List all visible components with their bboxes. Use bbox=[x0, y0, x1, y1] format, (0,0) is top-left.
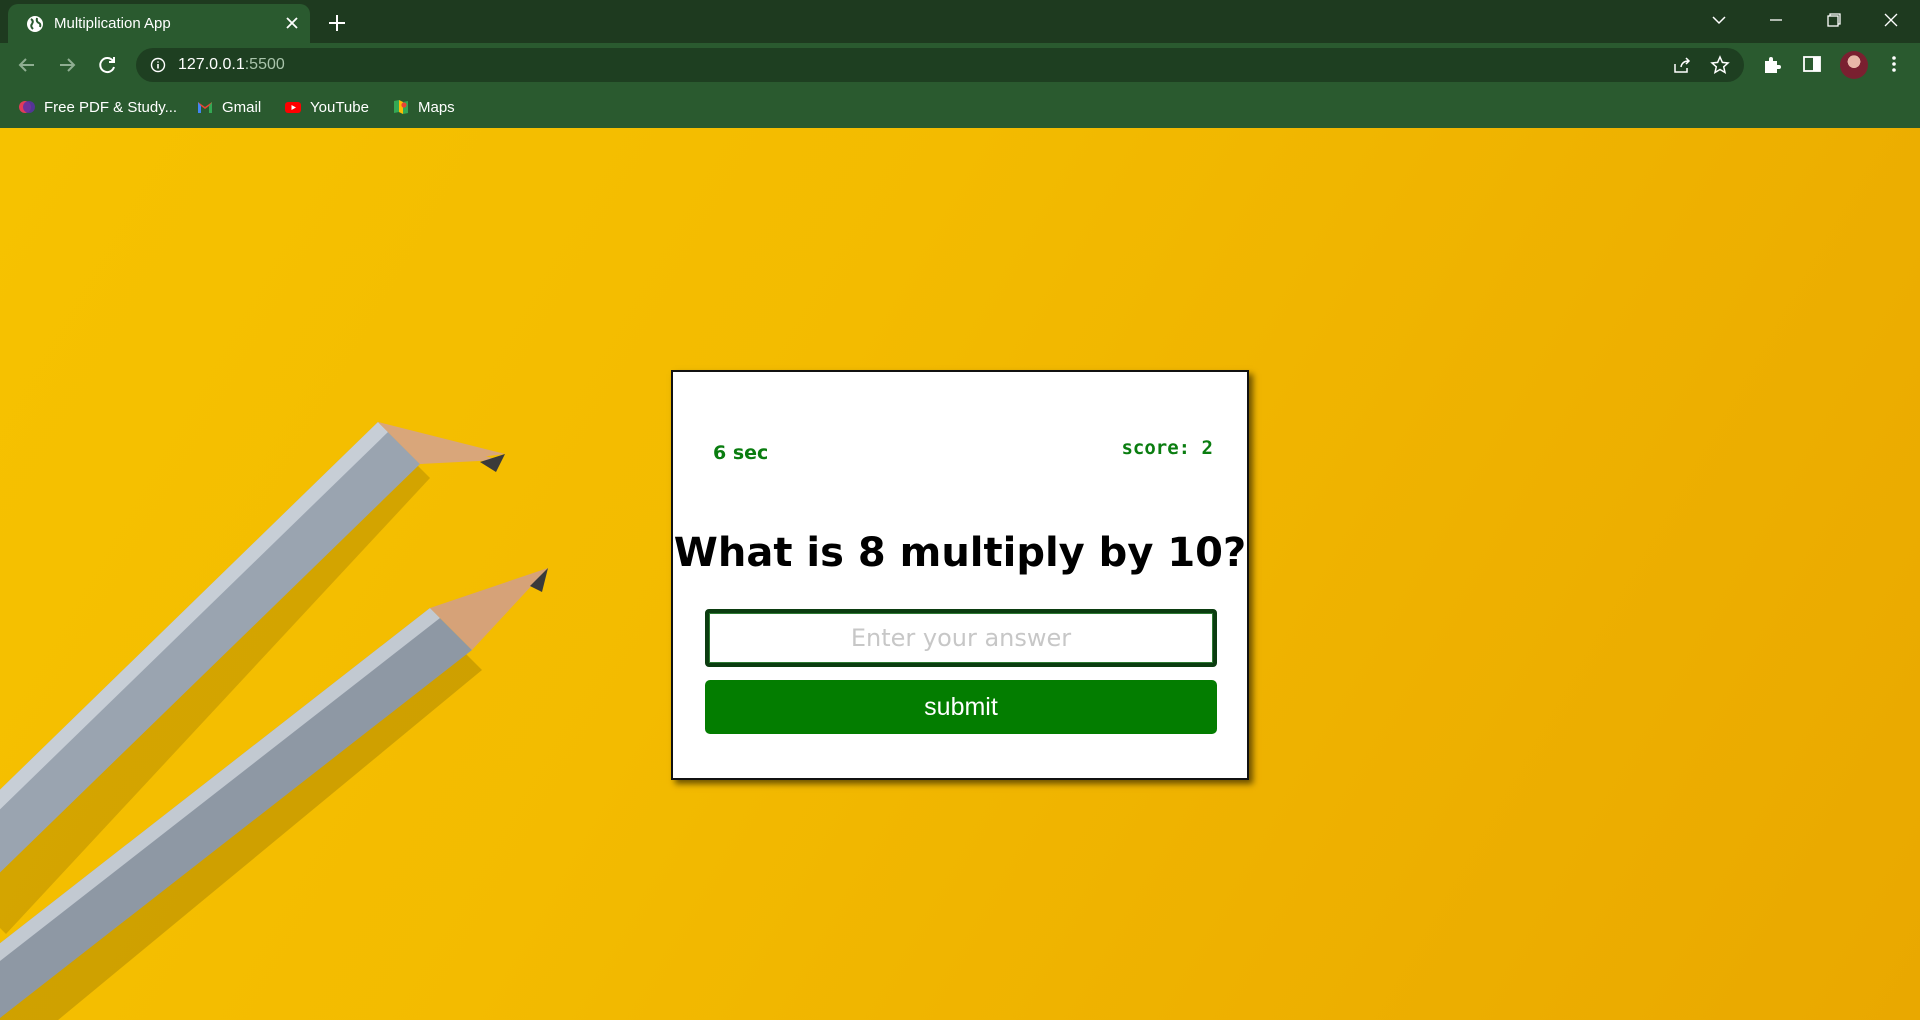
browser-tab-active[interactable]: Multiplication App bbox=[8, 4, 310, 43]
timer-display: 6 sec bbox=[713, 442, 769, 464]
gmail-icon bbox=[198, 102, 212, 113]
share-icon[interactable] bbox=[1672, 55, 1692, 75]
bookmark-item-youtube[interactable]: YouTube bbox=[284, 96, 369, 118]
new-tab-plus-icon[interactable] bbox=[324, 10, 350, 36]
quiz-card: 6 sec score: 2 What is 8 multiply by 10?… bbox=[671, 370, 1249, 780]
url-text: 127.0.0.1:5500 bbox=[178, 56, 285, 74]
pencils-background-image bbox=[0, 422, 548, 1020]
submit-button[interactable]: submit bbox=[705, 680, 1217, 734]
maps-icon bbox=[394, 100, 408, 114]
restore-icon[interactable] bbox=[1816, 6, 1850, 34]
bookmarks-bar: Free PDF & Study... Gmail YouTube Maps bbox=[0, 87, 1920, 128]
tab-search-chevron-icon[interactable] bbox=[1702, 6, 1736, 34]
bookmark-star-icon[interactable] bbox=[1710, 55, 1730, 75]
side-panel-icon[interactable] bbox=[1801, 53, 1823, 75]
pdf-site-icon bbox=[19, 101, 35, 113]
minimize-icon[interactable] bbox=[1759, 6, 1793, 34]
address-bar[interactable]: 127.0.0.1:5500 bbox=[136, 48, 1744, 82]
globe-icon bbox=[27, 16, 43, 32]
close-tab-icon[interactable] bbox=[282, 13, 302, 33]
question-text: What is 8 multiply by 10? bbox=[673, 530, 1247, 576]
browser-toolbar: 127.0.0.1:5500 bbox=[0, 43, 1920, 87]
bookmark-label: Free PDF & Study... bbox=[44, 98, 178, 116]
back-arrow-icon[interactable] bbox=[14, 52, 40, 78]
score-display: score: 2 bbox=[1121, 437, 1213, 459]
profile-avatar[interactable] bbox=[1840, 51, 1868, 79]
close-window-icon[interactable] bbox=[1874, 6, 1908, 34]
tab-title: Multiplication App bbox=[54, 15, 171, 32]
url-port: :5500 bbox=[244, 56, 285, 73]
extensions-puzzle-icon[interactable] bbox=[1761, 53, 1783, 75]
answer-input[interactable] bbox=[705, 609, 1217, 667]
forward-arrow-icon[interactable] bbox=[54, 52, 80, 78]
page-viewport: 6 sec score: 2 What is 8 multiply by 10?… bbox=[0, 128, 1920, 1020]
bookmark-label: Maps bbox=[418, 98, 455, 116]
url-host: 127.0.0.1 bbox=[178, 56, 245, 73]
bookmark-label: YouTube bbox=[310, 98, 369, 116]
reload-icon[interactable] bbox=[94, 52, 120, 78]
kebab-menu-icon[interactable] bbox=[1883, 53, 1905, 75]
bookmark-item-gmail[interactable]: Gmail bbox=[196, 96, 261, 118]
site-info-icon[interactable] bbox=[150, 57, 166, 73]
bookmark-item-maps[interactable]: Maps bbox=[392, 96, 455, 118]
bookmark-label: Gmail bbox=[222, 98, 262, 116]
youtube-icon bbox=[285, 102, 301, 113]
browser-titlebar: Multiplication App bbox=[0, 0, 1920, 43]
bookmark-item-free-pdf[interactable]: Free PDF & Study... bbox=[18, 96, 177, 118]
